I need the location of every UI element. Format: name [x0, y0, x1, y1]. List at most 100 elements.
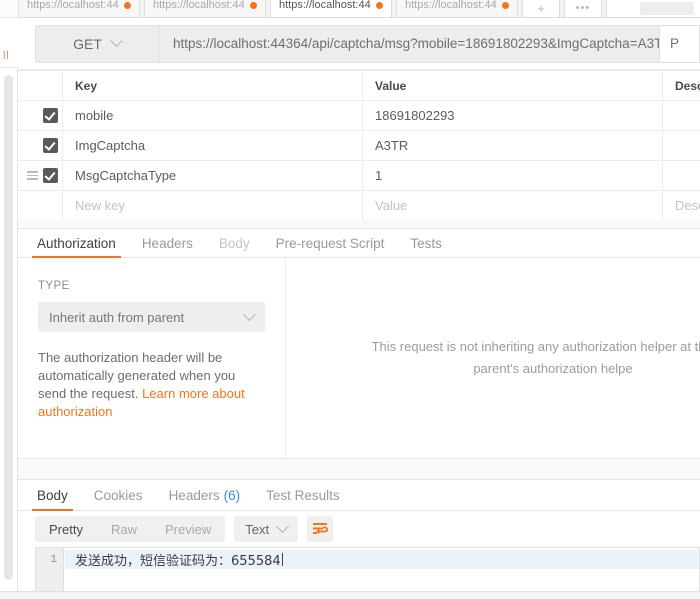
- tab-response-body[interactable]: Body: [24, 480, 81, 511]
- row-handle-cell: [18, 131, 63, 160]
- request-tab-1[interactable]: https://localhost:44: [18, 0, 140, 17]
- column-header-value: Value: [363, 71, 663, 100]
- text-caret: [281, 553, 283, 566]
- response-format-select[interactable]: Text: [234, 516, 299, 542]
- response-section-tabs: Body Cookies Headers (6) Test Results: [18, 480, 700, 511]
- response-body-editor[interactable]: 1 发送成功，短信验证码为：655584: [35, 547, 700, 591]
- auth-type-select[interactable]: Inherit auth from parent: [38, 302, 265, 332]
- word-wrap-toggle[interactable]: [307, 516, 334, 542]
- unsaved-dot-icon: [502, 1, 509, 9]
- row-description[interactable]: [663, 101, 700, 130]
- tab-body[interactable]: Body: [206, 229, 263, 257]
- tabstrip-tail: [606, 0, 700, 17]
- header-handle-cell: [18, 71, 63, 100]
- postman-window: || https://localhost:44 https://localhos…: [0, 0, 700, 599]
- tab-response-cookies[interactable]: Cookies: [81, 480, 156, 510]
- view-mode-pretty[interactable]: Pretty: [35, 516, 97, 542]
- auth-inherit-message: This request is not inheriting any autho…: [372, 336, 700, 380]
- table-row[interactable]: MsgCaptchaType 1: [18, 161, 700, 191]
- sidebar-top-cell: [0, 0, 18, 18]
- table-row[interactable]: ImgCaptcha A3TR: [18, 131, 700, 161]
- chevron-down-icon: [110, 34, 123, 48]
- request-tab-label: https://localhost:44: [153, 0, 245, 11]
- request-tab-label: https://localhost:44: [27, 0, 119, 11]
- table-row-new[interactable]: New key Value Description: [18, 191, 700, 221]
- sidebar-resize-handle[interactable]: ||: [3, 50, 10, 59]
- new-key-input[interactable]: New key: [63, 191, 363, 220]
- view-mode-preview[interactable]: Preview: [151, 516, 225, 542]
- row-value[interactable]: 1: [363, 161, 663, 190]
- row-description[interactable]: [663, 161, 700, 190]
- http-method-selector[interactable]: GET: [35, 24, 159, 63]
- url-input[interactable]: https://localhost:44364/api/captcha/msg?…: [159, 24, 660, 63]
- line-number: 1: [50, 554, 57, 566]
- response-body-line[interactable]: 发送成功，短信验证码为：655584: [65, 550, 699, 569]
- response-view-mode-group: Pretty Raw Preview: [35, 516, 226, 542]
- url-bar: GET https://localhost:44364/api/captcha/…: [18, 18, 700, 70]
- column-header-description: Description: [675, 78, 700, 93]
- chevron-down-icon: [276, 519, 289, 533]
- tab-pre-request-script[interactable]: Pre-request Script: [263, 229, 398, 257]
- tab-test-results[interactable]: Test Results: [253, 480, 353, 510]
- word-wrap-icon: [313, 523, 329, 534]
- auth-right-column: This request is not inheriting any autho…: [286, 258, 700, 458]
- row-handle-cell: [18, 191, 63, 220]
- request-tab-3[interactable]: https://localhost:44: [270, 0, 392, 17]
- request-tab-4[interactable]: https://localhost:44: [396, 0, 518, 17]
- line-number-gutter: 1: [36, 548, 64, 591]
- column-header-key: Key: [63, 71, 363, 100]
- params-table-footer: [18, 220, 700, 229]
- row-handle-cell: [18, 161, 63, 190]
- unsaved-dot-icon: [124, 1, 131, 9]
- auth-left-column: TYPE Inherit auth from parent The author…: [18, 258, 286, 458]
- params-table-header: Key Value Description: [18, 71, 700, 101]
- response-divider[interactable]: [18, 458, 700, 480]
- row-value[interactable]: 18691802293: [363, 101, 663, 130]
- table-row[interactable]: mobile 18691802293: [18, 101, 700, 131]
- request-tab-label: https://localhost:44: [405, 0, 497, 11]
- params-button[interactable]: P: [660, 24, 700, 63]
- authorization-panel: TYPE Inherit auth from parent The author…: [18, 258, 700, 458]
- new-value-input[interactable]: Value: [363, 191, 663, 220]
- http-method-label: GET: [73, 35, 102, 52]
- tab-authorization[interactable]: Authorization: [24, 229, 129, 258]
- drag-handle-icon[interactable]: [27, 171, 38, 180]
- tab-response-headers-label: Headers: [168, 487, 220, 503]
- row-value[interactable]: A3TR: [363, 131, 663, 160]
- request-section-tabs: Authorization Headers Body Pre-request S…: [18, 229, 700, 258]
- row-handle-cell: [18, 101, 63, 130]
- sidebar-sliver: ||: [0, 0, 18, 599]
- auth-inherit-message-line2: parent's authorization helpe: [473, 361, 633, 376]
- sidebar-mid-cell: [0, 18, 18, 68]
- auth-type-label: TYPE: [38, 280, 70, 292]
- request-tabstrip: https://localhost:44 https://localhost:4…: [18, 0, 700, 18]
- new-description-input[interactable]: Description: [663, 191, 700, 220]
- auth-description: The authorization header will be automat…: [38, 349, 265, 421]
- row-key[interactable]: ImgCaptcha: [63, 131, 363, 160]
- tab-tests[interactable]: Tests: [397, 229, 455, 257]
- request-tab-2[interactable]: https://localhost:44: [144, 0, 266, 17]
- row-key[interactable]: MsgCaptchaType: [63, 161, 363, 190]
- view-mode-raw[interactable]: Raw: [97, 516, 151, 542]
- params-table: Key Value Description mobile 18691802293…: [18, 70, 700, 221]
- auth-inherit-message-line1: This request is not inheriting any autho…: [371, 339, 700, 354]
- row-checkbox[interactable]: [43, 138, 58, 153]
- row-key[interactable]: mobile: [63, 101, 363, 130]
- status-bar: [0, 591, 700, 599]
- chevron-down-icon: [243, 307, 256, 321]
- auth-type-value: Inherit auth from parent: [49, 309, 185, 325]
- tab-response-headers[interactable]: Headers (6): [156, 480, 254, 510]
- row-checkbox[interactable]: [43, 168, 58, 183]
- tab-headers[interactable]: Headers: [129, 229, 206, 257]
- sidebar-scrollbar[interactable]: [4, 75, 13, 580]
- unsaved-dot-icon: [376, 1, 383, 9]
- row-checkbox[interactable]: [43, 108, 58, 123]
- new-tab-button[interactable]: +: [522, 0, 560, 17]
- main-column: https://localhost:44 https://localhost:4…: [18, 0, 700, 599]
- environment-selector[interactable]: [640, 2, 694, 15]
- request-tab-label: https://localhost:44: [279, 0, 371, 11]
- row-description[interactable]: [663, 131, 700, 160]
- response-format-value: Text: [245, 521, 270, 537]
- response-toolbar: Pretty Raw Preview Text: [18, 511, 700, 547]
- tab-overflow-menu-button[interactable]: •••: [564, 0, 602, 17]
